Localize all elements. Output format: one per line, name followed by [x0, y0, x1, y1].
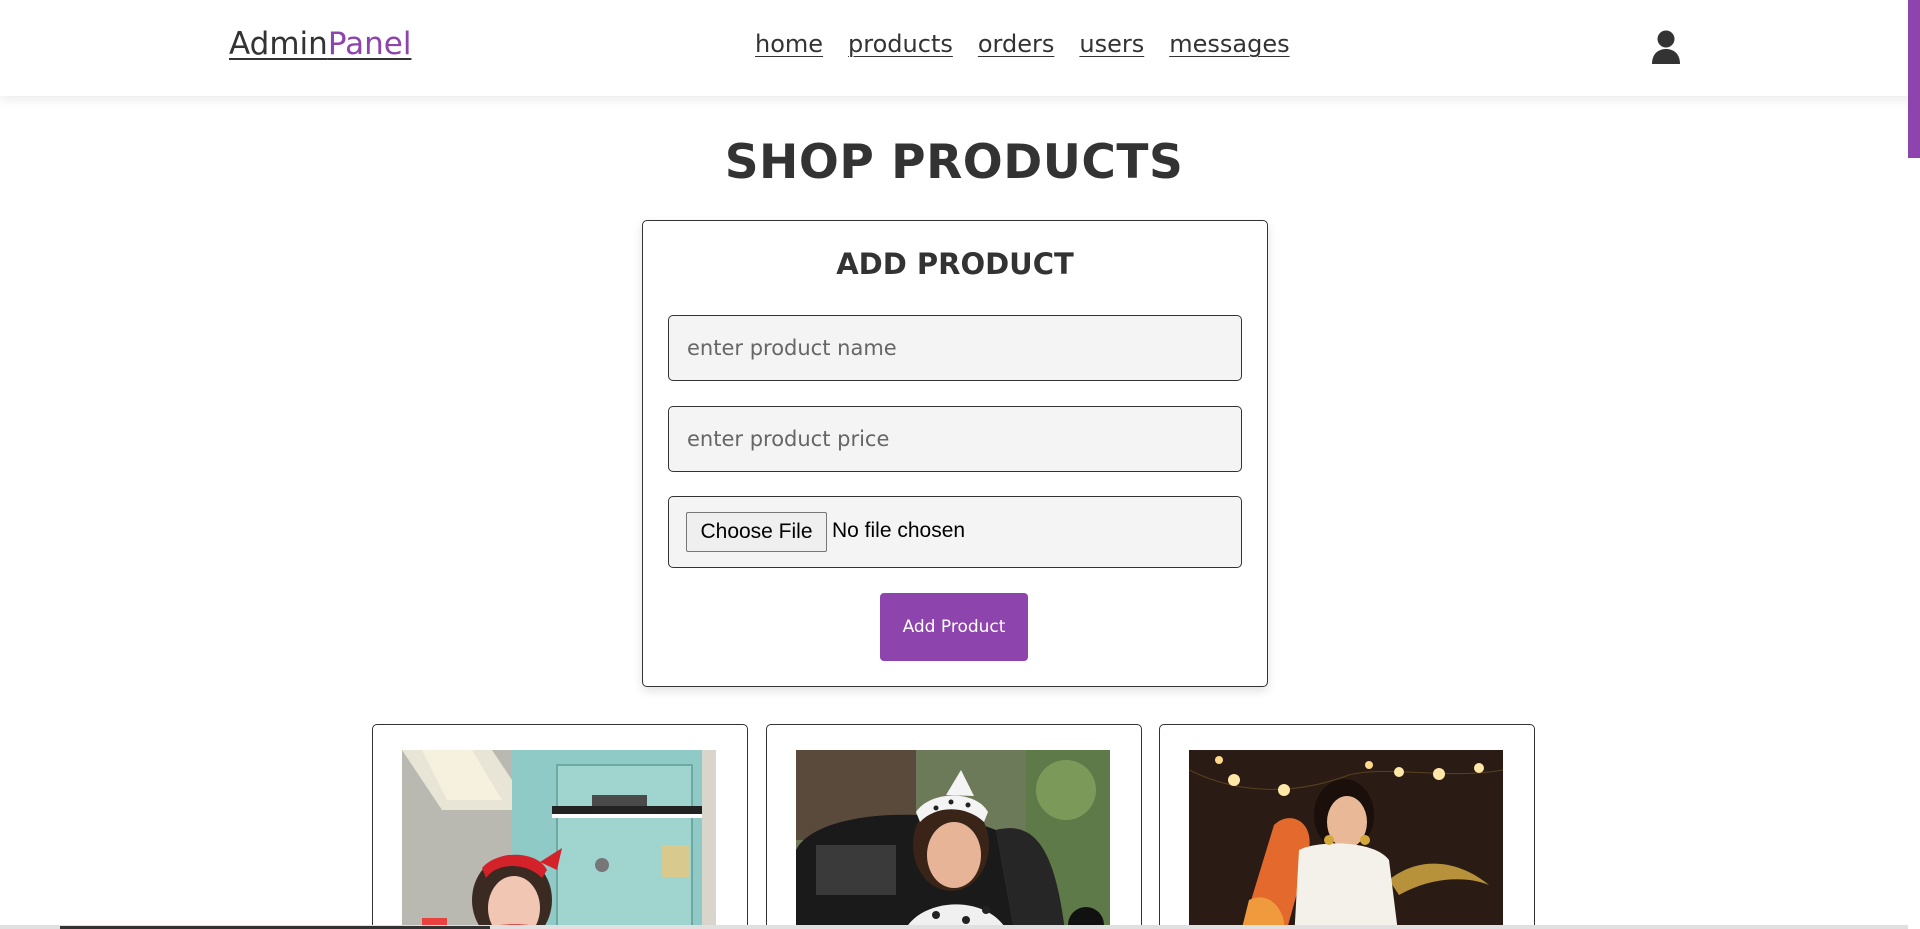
product-image-file-input[interactable]: Choose File No file chosen [668, 496, 1242, 568]
main-nav: home products orders users messages [755, 30, 1290, 58]
product-name-input[interactable] [668, 315, 1242, 381]
page-title: SHOP PRODUCTS [724, 135, 1184, 190]
vertical-scrollbar-thumb[interactable] [1908, 0, 1920, 158]
choose-file-button[interactable]: Choose File [686, 512, 827, 552]
nav-link-products[interactable]: products [848, 30, 953, 58]
logo-accent-text: Panel [327, 26, 412, 62]
nav-link-orders[interactable]: orders [978, 30, 1055, 58]
header: AdminPanel home products orders users me… [0, 0, 1920, 96]
product-image [402, 750, 716, 929]
product-image [796, 750, 1110, 929]
product-image [1189, 750, 1503, 929]
add-product-form: ADD PRODUCT Choose File No file chosen A… [642, 220, 1268, 687]
form-title: ADD PRODUCT [836, 247, 1074, 281]
nav-link-users[interactable]: users [1079, 30, 1144, 58]
user-icon[interactable] [1650, 30, 1682, 64]
product-card [766, 724, 1142, 929]
add-product-button[interactable]: Add Product [880, 593, 1028, 661]
product-card [372, 724, 748, 929]
nav-link-home[interactable]: home [755, 30, 823, 58]
file-status-text: No file chosen [832, 519, 966, 542]
product-price-input[interactable] [668, 406, 1242, 472]
product-card [1159, 724, 1535, 929]
nav-link-messages[interactable]: messages [1169, 30, 1289, 58]
logo-link[interactable]: AdminPanel [229, 26, 411, 62]
logo-main-text: Admin [229, 26, 328, 62]
